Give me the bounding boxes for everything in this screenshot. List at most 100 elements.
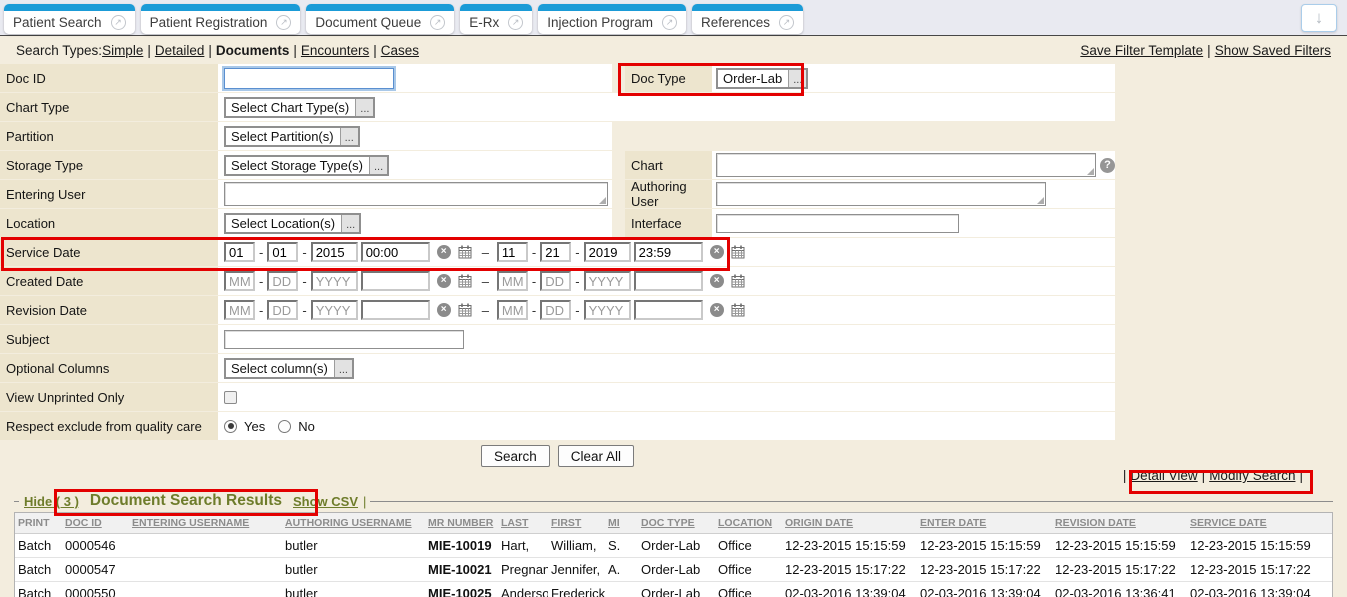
resize-grip-icon[interactable] [599,197,606,204]
service-to-month[interactable] [497,242,528,262]
created-from-time[interactable] [361,271,430,291]
created-from-day[interactable] [267,271,298,291]
entering-user-input[interactable] [224,182,608,206]
open-window-icon[interactable]: ↗ [276,15,291,30]
col-origin-date[interactable]: ORIGIN DATE [782,513,917,534]
created-from-month[interactable] [224,271,255,291]
col-doc-type[interactable]: DOC TYPE [638,513,715,534]
revision-to-year[interactable] [584,300,631,320]
open-window-icon[interactable]: ↗ [662,15,677,30]
clear-date-icon[interactable]: × [437,303,451,317]
calendar-icon[interactable] [458,303,472,317]
help-icon[interactable]: ? [1100,158,1115,173]
doc-id-input[interactable] [224,68,394,89]
col-location[interactable]: LOCATION [715,513,782,534]
revision-to-month[interactable] [497,300,528,320]
tab-injection-program[interactable]: Injection Program↗ [538,4,686,34]
open-window-icon[interactable]: ↗ [779,15,794,30]
service-from-month[interactable] [224,242,255,262]
show-saved-filters-link[interactable]: Show Saved Filters [1215,43,1331,58]
col-entering-username[interactable]: ENTERING USERNAME [129,513,282,534]
tab-document-queue[interactable]: Document Queue↗ [306,4,454,34]
search-button[interactable]: Search [481,445,550,467]
revision-from-year[interactable] [311,300,358,320]
tab-patient-registration[interactable]: Patient Registration ↗ [141,4,301,34]
col-service-date[interactable]: SERVICE DATE [1187,513,1332,534]
revision-from-month[interactable] [224,300,255,320]
created-to-year[interactable] [584,271,631,291]
hide-results-link[interactable]: Hide ( 3 ) [24,494,79,509]
table-row[interactable]: Batch 0000546 butler MIE-10019 Hart, Wil… [15,534,1332,558]
detail-view-link[interactable]: Detail View [1130,468,1197,483]
chart-type-select-button[interactable]: Select Chart Type(s)... [224,97,375,118]
open-window-icon[interactable]: ↗ [430,15,445,30]
clear-all-button[interactable]: Clear All [558,445,634,467]
tab-patient-search[interactable]: Patient Search↗ [4,4,135,34]
service-from-time[interactable] [361,242,430,262]
open-window-icon[interactable]: ↗ [508,15,523,30]
search-type-cases[interactable]: Cases [381,43,419,58]
partition-select-button[interactable]: Select Partition(s)... [224,126,360,147]
service-to-time[interactable] [634,242,703,262]
col-first[interactable]: FIRST [548,513,605,534]
search-type-encounters[interactable]: Encounters [301,43,369,58]
revision-from-day[interactable] [267,300,298,320]
col-authoring-username[interactable]: AUTHORING USERNAME [282,513,425,534]
location-select-button[interactable]: Select Location(s)... [224,213,361,234]
clear-date-icon[interactable]: × [437,274,451,288]
view-unprinted-label: View Unprinted Only [0,383,218,411]
search-type-detailed[interactable]: Detailed [155,43,205,58]
table-row[interactable]: Batch 0000550 butler MIE-10025 Anderson,… [15,582,1332,597]
created-to-month[interactable] [497,271,528,291]
col-mi[interactable]: MI [605,513,638,534]
respect-no-radio[interactable] [278,420,291,433]
respect-yes-radio[interactable] [224,420,237,433]
service-from-year[interactable] [311,242,358,262]
doc-type-select-button[interactable]: Order-Lab... [716,68,808,89]
calendar-icon[interactable] [458,274,472,288]
modify-search-link[interactable]: Modify Search [1209,468,1295,483]
service-to-day[interactable] [540,242,571,262]
col-last[interactable]: LAST [498,513,548,534]
calendar-icon[interactable] [731,303,745,317]
resize-grip-icon[interactable] [1037,197,1044,204]
resize-grip-icon[interactable] [1087,168,1094,175]
respect-exclude-label: Respect exclude from quality care [0,412,218,440]
tab-references[interactable]: References↗ [692,4,803,34]
save-filter-template-link[interactable]: Save Filter Template [1080,43,1203,58]
authoring-user-input[interactable] [716,182,1046,206]
search-type-documents[interactable]: Documents [216,43,290,58]
table-row[interactable]: Batch 0000547 butler MIE-10021 Pregnant,… [15,558,1332,582]
subject-input[interactable] [224,330,464,349]
col-doc-id[interactable]: DOC ID [62,513,129,534]
clear-date-icon[interactable]: × [437,245,451,259]
revision-to-day[interactable] [540,300,571,320]
service-to-year[interactable] [584,242,631,262]
interface-input[interactable] [716,214,959,233]
search-type-simple[interactable]: Simple [102,43,143,58]
col-enter-date[interactable]: ENTER DATE [917,513,1052,534]
tab-erx[interactable]: E-Rx↗ [460,4,532,34]
col-revision-date[interactable]: REVISION DATE [1052,513,1187,534]
clear-date-icon[interactable]: × [710,303,724,317]
storage-type-select-button[interactable]: Select Storage Type(s)... [224,155,389,176]
calendar-icon[interactable] [731,245,745,259]
created-to-time[interactable] [634,271,703,291]
open-window-icon[interactable]: ↗ [111,15,126,30]
chart-input[interactable] [716,153,1096,177]
optional-columns-select-button[interactable]: Select column(s)... [224,358,354,379]
view-unprinted-checkbox[interactable] [224,391,237,404]
calendar-icon[interactable] [731,274,745,288]
created-to-day[interactable] [540,271,571,291]
revision-from-time[interactable] [361,300,430,320]
tab-label: Patient Registration [150,15,268,30]
created-from-year[interactable] [311,271,358,291]
revision-to-time[interactable] [634,300,703,320]
col-mr-number[interactable]: MR NUMBER [425,513,498,534]
service-from-day[interactable] [267,242,298,262]
clear-date-icon[interactable]: × [710,274,724,288]
clear-date-icon[interactable]: × [710,245,724,259]
calendar-icon[interactable] [458,245,472,259]
show-csv-link[interactable]: Show CSV [293,494,358,509]
download-button[interactable]: ↓ [1301,4,1337,32]
